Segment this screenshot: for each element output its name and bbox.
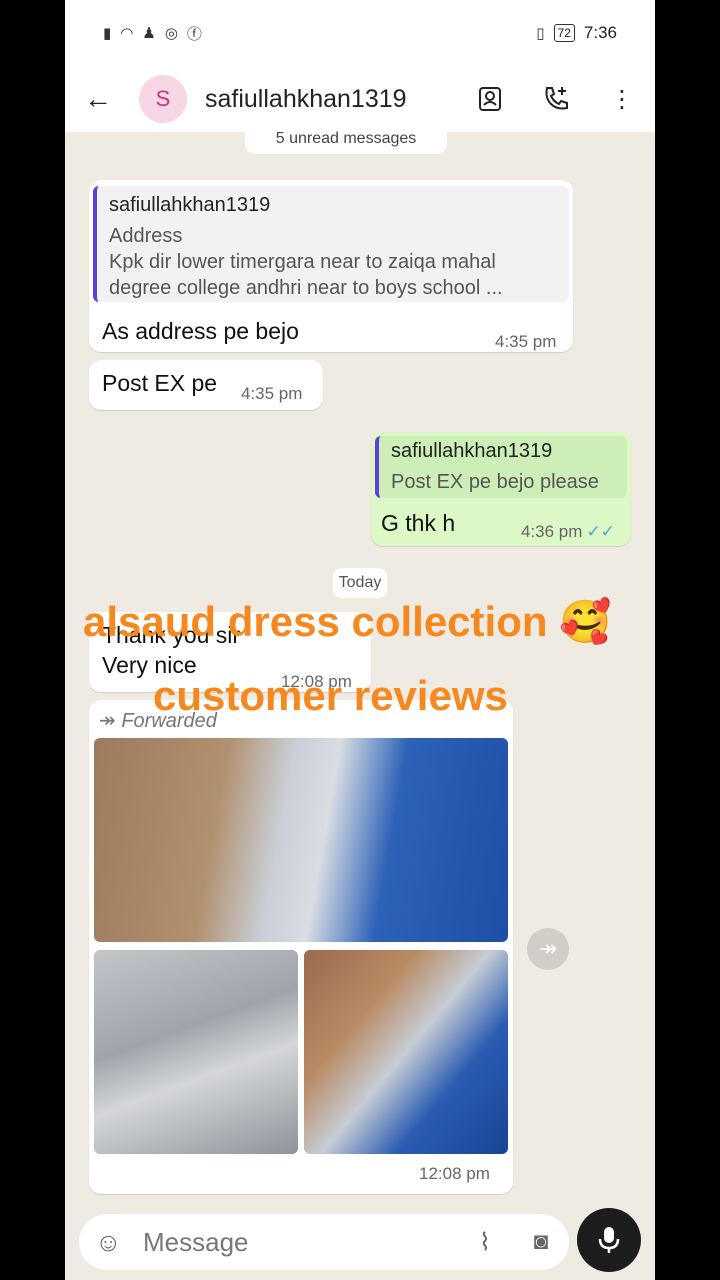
attach-icon[interactable]: ⌇ [457,1228,513,1257]
wifi-icon: ◠ [120,25,134,42]
quote-author: safiullahkhan1319 [391,440,553,462]
battery-icon: 72 [553,24,575,42]
back-arrow-icon[interactable]: ← [65,83,131,115]
more-options-icon[interactable]: ⋮ [589,85,655,114]
phone-screen: ▮ ◠ ♟ ◎ ⓕ ▯ 72 7:36 ← S safiullahkhan131… [65,0,655,1280]
message-composer: ☺ Message ⌇ ◙ [65,1208,655,1280]
message-placeholder: Message [143,1226,249,1257]
quote-text: Post EX pe bejo please [391,471,599,493]
clock: 7:36 [583,23,617,42]
message-bubble[interactable]: safiullahkhan1319 Address Kpk dir lower … [89,180,573,352]
avatar[interactable]: S [139,75,187,123]
chat-area: 5 unread messages safiullahkhan1319 Addr… [65,131,655,1212]
status-icons-right: ▯ 72 7:36 [536,23,617,43]
message-text: As address pe bejo [102,318,299,344]
message-time: 4:36 pm ✓✓ [521,522,615,542]
quoted-message[interactable]: safiullahkhan1319 Address Kpk dir lower … [93,186,569,302]
chat-header: ← S safiullahkhan1319 ⋮ [65,66,655,132]
message-time: 4:35 pm [241,384,303,403]
vibrate-icon: ▯ [536,25,545,42]
notification-icon: ▮ [103,25,112,42]
message-text: G thk h [381,510,456,536]
mic-icon [598,1227,620,1253]
status-bar: ▮ ◠ ♟ ◎ ⓕ ▯ 72 7:36 [65,0,655,66]
status-icons-left: ▮ ◠ ♟ ◎ ⓕ [103,23,202,44]
add-call-icon[interactable] [523,84,589,114]
message-text: Post EX pe [102,370,218,396]
photo-thumbnail[interactable] [94,950,298,1154]
mic-button[interactable] [577,1208,641,1272]
quoted-message[interactable]: safiullahkhan1319 Post EX pe bejo please [375,436,627,498]
unread-banner: 5 unread messages [245,131,447,154]
photo-thumbnail[interactable] [304,950,508,1154]
photo-thumbnail[interactable] [94,738,508,942]
instagram-icon: ◎ [164,25,178,42]
snapchat-icon: ♟ [142,25,156,42]
facebook-icon: ⓕ [186,25,202,43]
overlay-caption-line1: alsaud dress collection 🥰 [83,598,612,645]
quote-author: safiullahkhan1319 [109,194,271,216]
date-separator: Today [333,568,387,598]
message-time: 4:35 pm [495,332,557,351]
quote-text: degree college andhri near to boys schoo… [109,277,503,299]
camera-icon[interactable]: ◙ [513,1228,569,1256]
contact-card-icon[interactable] [457,85,523,114]
message-time: 12:08 pm [419,1164,490,1183]
forward-icon: ↠ [99,710,122,732]
message-bubble-outgoing[interactable]: safiullahkhan1319 Post EX pe bejo please… [371,432,631,546]
read-ticks-icon: ✓✓ [586,522,615,541]
message-time-text: 4:36 pm [521,522,583,541]
message-input[interactable]: ☺ Message ⌇ ◙ [79,1214,569,1270]
message-bubble[interactable]: Post EX pe 4:35 pm [89,360,323,410]
forward-share-icon[interactable]: ↠ [527,928,569,970]
quote-text: Kpk dir lower timergara near to zaiqa ma… [109,251,496,273]
sticker-icon[interactable]: ☺ [95,1227,129,1258]
overlay-caption-line2: customer reviews [153,672,508,719]
quote-text: Address [109,225,183,247]
contact-name[interactable]: safiullahkhan1319 [205,85,457,114]
